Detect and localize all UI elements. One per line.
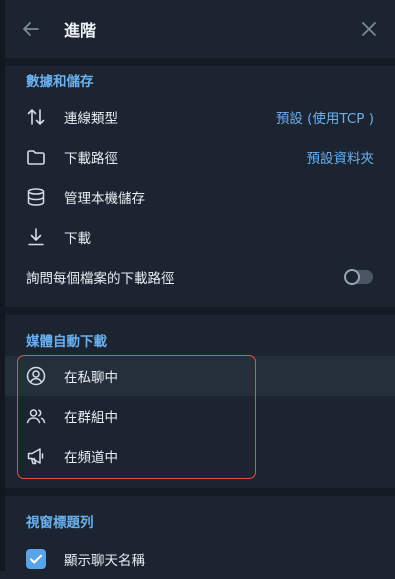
connection-type-row[interactable]: 連線類型 預設 (使用TCP ) bbox=[5, 97, 395, 137]
downloads-row[interactable]: 下載 bbox=[5, 217, 395, 257]
show-chat-name-row[interactable]: 顯示聊天名稱 bbox=[5, 539, 395, 579]
separator bbox=[5, 307, 395, 315]
auto-download-private-row[interactable]: 在私聊中 bbox=[5, 356, 395, 396]
manage-storage-label: 管理本機儲存 bbox=[64, 191, 145, 207]
auto-download-channels-label: 在頻道中 bbox=[64, 450, 118, 466]
download-icon bbox=[25, 226, 47, 248]
auto-download-groups-label: 在群組中 bbox=[64, 410, 118, 426]
show-chat-name-label: 顯示聊天名稱 bbox=[64, 553, 145, 569]
arrow-left-icon bbox=[23, 22, 39, 36]
ask-download-path-label: 詢問每個檔案的下載路徑 bbox=[26, 271, 175, 287]
user-circle-icon bbox=[25, 365, 47, 387]
header: 進階 bbox=[5, 0, 395, 58]
auto-download-groups-row[interactable]: 在群組中 bbox=[5, 396, 395, 436]
section-title-auto-download: 媒體自動下載 bbox=[26, 334, 107, 350]
ask-download-path-toggle[interactable] bbox=[344, 269, 373, 285]
back-button[interactable] bbox=[19, 17, 43, 41]
ask-download-path-row[interactable]: 詢問每個檔案的下載路徑 bbox=[5, 257, 395, 297]
manage-storage-row[interactable]: 管理本機儲存 bbox=[5, 177, 395, 217]
megaphone-icon bbox=[25, 445, 47, 467]
connection-type-label: 連線類型 bbox=[64, 111, 118, 127]
close-button[interactable] bbox=[357, 17, 381, 41]
page-title: 進階 bbox=[64, 21, 97, 40]
auto-download-private-label: 在私聊中 bbox=[64, 370, 118, 386]
advanced-settings-panel: 進階 數據和儲存 連線類型 預設 (使用TCP ) 下載路徑 預設資料夾 管理本… bbox=[5, 0, 395, 571]
section-title-data-storage: 數據和儲存 bbox=[26, 74, 94, 90]
show-chat-name-checkbox[interactable] bbox=[26, 549, 46, 569]
check-icon bbox=[30, 554, 42, 564]
separator bbox=[5, 488, 395, 496]
downloads-label: 下載 bbox=[64, 231, 91, 247]
auto-download-channels-row[interactable]: 在頻道中 bbox=[5, 436, 395, 476]
separator bbox=[5, 58, 395, 66]
download-path-value: 預設資料夾 bbox=[306, 151, 375, 167]
close-icon bbox=[362, 22, 376, 36]
download-path-label: 下載路徑 bbox=[64, 151, 118, 167]
section-title-window-title-bar: 視窗標題列 bbox=[26, 515, 94, 531]
arrows-updown-icon bbox=[25, 106, 47, 128]
toggle-knob bbox=[344, 269, 360, 285]
database-icon bbox=[25, 186, 47, 208]
download-path-row[interactable]: 下載路徑 預設資料夾 bbox=[5, 137, 395, 177]
connection-type-value: 預設 (使用TCP ) bbox=[275, 111, 374, 127]
folder-icon bbox=[25, 146, 47, 168]
users-icon bbox=[25, 405, 47, 427]
